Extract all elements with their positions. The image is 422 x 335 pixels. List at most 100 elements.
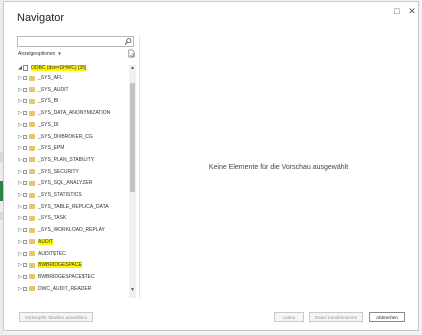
dialog-title: Navigator — [17, 12, 65, 24]
folder-icon — [29, 122, 35, 128]
tree-item-checkbox[interactable] — [23, 181, 27, 186]
tree-item-label: BWBRIDGESPACE$TEC — [38, 273, 95, 280]
tree-item[interactable]: ▷ _SYS_DATA_ANONYMIZATION — [17, 108, 110, 118]
tree-item-checkbox[interactable] — [23, 122, 27, 127]
transform-data-button[interactable]: Daten transformieren — [309, 312, 363, 322]
folder-icon — [29, 75, 35, 81]
tree-item-checkbox[interactable] — [23, 193, 27, 197]
tree-item-checkbox[interactable] — [23, 157, 27, 162]
tree-root-odbc[interactable]: ◢ ODBC (dsn=DHWC) [35] — [17, 63, 87, 73]
navigator-tree: ◢ ODBC (dsn=DHWC) [35] ▷ _SYS_AFL ▷ _SYS_AU… — [17, 63, 128, 298]
tree-item-checkbox[interactable] — [23, 274, 27, 279]
tree-item-label: AUDIT$TEC — [38, 250, 66, 257]
folder-icon — [29, 215, 35, 221]
folder-icon — [29, 145, 35, 151]
tree-item-label: AUDIT — [38, 238, 53, 245]
tree-item-checkbox[interactable] — [23, 286, 27, 291]
scrollbar-thumb[interactable] — [130, 83, 135, 192]
folder-icon — [29, 157, 35, 163]
folder-icon — [29, 239, 35, 245]
tree-item-label: BWBRIDGESPACE — [38, 262, 82, 269]
scroll-down-icon[interactable]: ▼ — [129, 287, 136, 294]
preview-empty-message: Keine Elemente für die Vorschau ausgewäh… — [208, 164, 349, 171]
tree-item-checkbox[interactable] — [23, 169, 27, 174]
tree-item-label: _SYS_DI — [38, 121, 59, 128]
tree-item[interactable]: ▷ _SYS_EPM — [17, 143, 64, 153]
folder-icon — [29, 180, 35, 186]
folder-icon — [29, 98, 35, 104]
select-related-tables-button[interactable]: Verknüpfte Tabellen auswählen — [19, 312, 93, 322]
folder-icon — [29, 286, 35, 292]
refresh-preview-icon[interactable] — [127, 49, 136, 58]
tree-item[interactable]: ▷ _SYS_SQL_ANALYZER — [17, 178, 92, 188]
tree-item-label: _SYS_STATISTICS — [38, 192, 82, 198]
tree-item-checkbox[interactable] — [23, 87, 27, 92]
tree-item-checkbox[interactable] — [23, 146, 27, 151]
cancel-button[interactable]: Abbrechen — [369, 312, 405, 322]
tree-item-label: _SYS_TABLE_REPLICA_DATA — [38, 203, 109, 210]
tree-item[interactable]: ▷ _SYS_DI#BROKER_CG — [17, 132, 93, 142]
folder-icon — [29, 204, 35, 210]
tree-item[interactable]: ▷ AUDIT — [17, 237, 53, 247]
folder-icon — [29, 227, 35, 233]
tree-item-checkbox[interactable] — [23, 251, 27, 256]
navigator-dialog: □ ✕ Navigator Anzeigeoptionen ▾ ◢ ODBC (… — [3, 1, 419, 331]
tree-item-label: _SYS_SQL_ANALYZER — [38, 180, 93, 187]
folder-icon — [29, 169, 35, 175]
load-button[interactable]: Laden — [274, 312, 304, 322]
tree-item-label: _SYS_BI — [38, 98, 59, 105]
tree-item[interactable]: ▷ _SYS_TASK — [17, 213, 66, 223]
tree-item-label: _SYS_DATA_ANONYMIZATION — [38, 110, 111, 117]
tree-item-checkbox[interactable] — [23, 76, 27, 80]
display-options-label: Anzeigeoptionen — [18, 51, 56, 57]
folder-icon — [29, 110, 35, 116]
tree-item-checkbox[interactable] — [23, 134, 27, 139]
tree-item-label: _SYS_AFL — [38, 75, 63, 81]
tree-item-checkbox[interactable] — [23, 111, 27, 116]
tree-item[interactable]: ▷ _SYS_TABLE_REPLICA_DATA — [17, 202, 109, 212]
pane-divider — [139, 36, 140, 298]
search-input[interactable] — [17, 36, 134, 47]
tree-item[interactable]: ▷ _SYS_WORKLOAD_REPLAY — [17, 225, 105, 235]
tree-item-label: _SYS_AUDIT — [38, 86, 69, 93]
restore-icon[interactable]: □ — [392, 6, 402, 16]
tree-item[interactable]: ▷ _SYS_DI — [17, 120, 59, 130]
search-icon[interactable] — [124, 37, 132, 46]
chevron-down-icon: ▾ — [58, 51, 61, 57]
tree-item-label: _SYS_DI#BROKER_CG — [38, 133, 93, 140]
tree-item-label: _SYS_SECURITY — [38, 168, 79, 175]
scroll-up-icon[interactable]: ▲ — [129, 65, 136, 72]
tree-item-checkbox[interactable] — [23, 239, 27, 244]
folder-icon — [29, 192, 35, 198]
folder-icon — [29, 87, 35, 93]
tree-item-label: DWC_AUDIT_READER — [38, 285, 92, 292]
tree-root-label: ODBC (dsn=DHWC) [35] — [31, 65, 87, 71]
tree-item[interactable]: ▷ BWBRIDGESPACE$TEC — [17, 272, 95, 282]
folder-icon — [29, 251, 35, 256]
tree-item-checkbox[interactable] — [23, 216, 27, 221]
tree-item[interactable]: ▷ DWC_AUDIT_READER — [17, 284, 91, 294]
tree-item-checkbox[interactable] — [23, 228, 27, 233]
tree-item[interactable]: ▷ _SYS_SECURITY — [17, 167, 79, 177]
close-icon[interactable]: ✕ — [407, 6, 417, 16]
tree-item-label: _SYS_PLAN_STABILITY — [38, 156, 95, 163]
folder-icon — [29, 274, 35, 280]
tree-item-label: _SYS_EPM — [38, 145, 65, 152]
tree-item[interactable]: ▷ _SYS_AUDIT — [17, 85, 69, 95]
folder-icon — [29, 134, 35, 139]
tree-item[interactable]: ▷ AUDIT$TEC — [17, 249, 66, 259]
tree-item[interactable]: ▷ _SYS_BI — [17, 96, 58, 106]
folder-icon — [29, 262, 35, 268]
tree-scrollbar[interactable]: ▲ ▼ — [129, 65, 136, 298]
tree-item-checkbox[interactable] — [23, 263, 27, 268]
tree-item-label: _SYS_WORKLOAD_REPLAY — [38, 227, 105, 234]
tree-item-checkbox[interactable] — [23, 99, 27, 104]
display-options-dropdown[interactable]: Anzeigeoptionen ▾ — [18, 51, 61, 57]
tree-item[interactable]: ▷ _SYS_AFL — [17, 73, 63, 83]
database-icon — [23, 65, 28, 71]
tree-item-checkbox[interactable] — [23, 204, 27, 209]
tree-item[interactable]: ▷ _SYS_STATISTICS — [17, 190, 82, 200]
tree-item-label: _SYS_TASK — [38, 215, 67, 222]
tree-item[interactable]: ▷ BWBRIDGESPACE — [17, 260, 82, 270]
tree-item[interactable]: ▷ _SYS_PLAN_STABILITY — [17, 155, 94, 165]
